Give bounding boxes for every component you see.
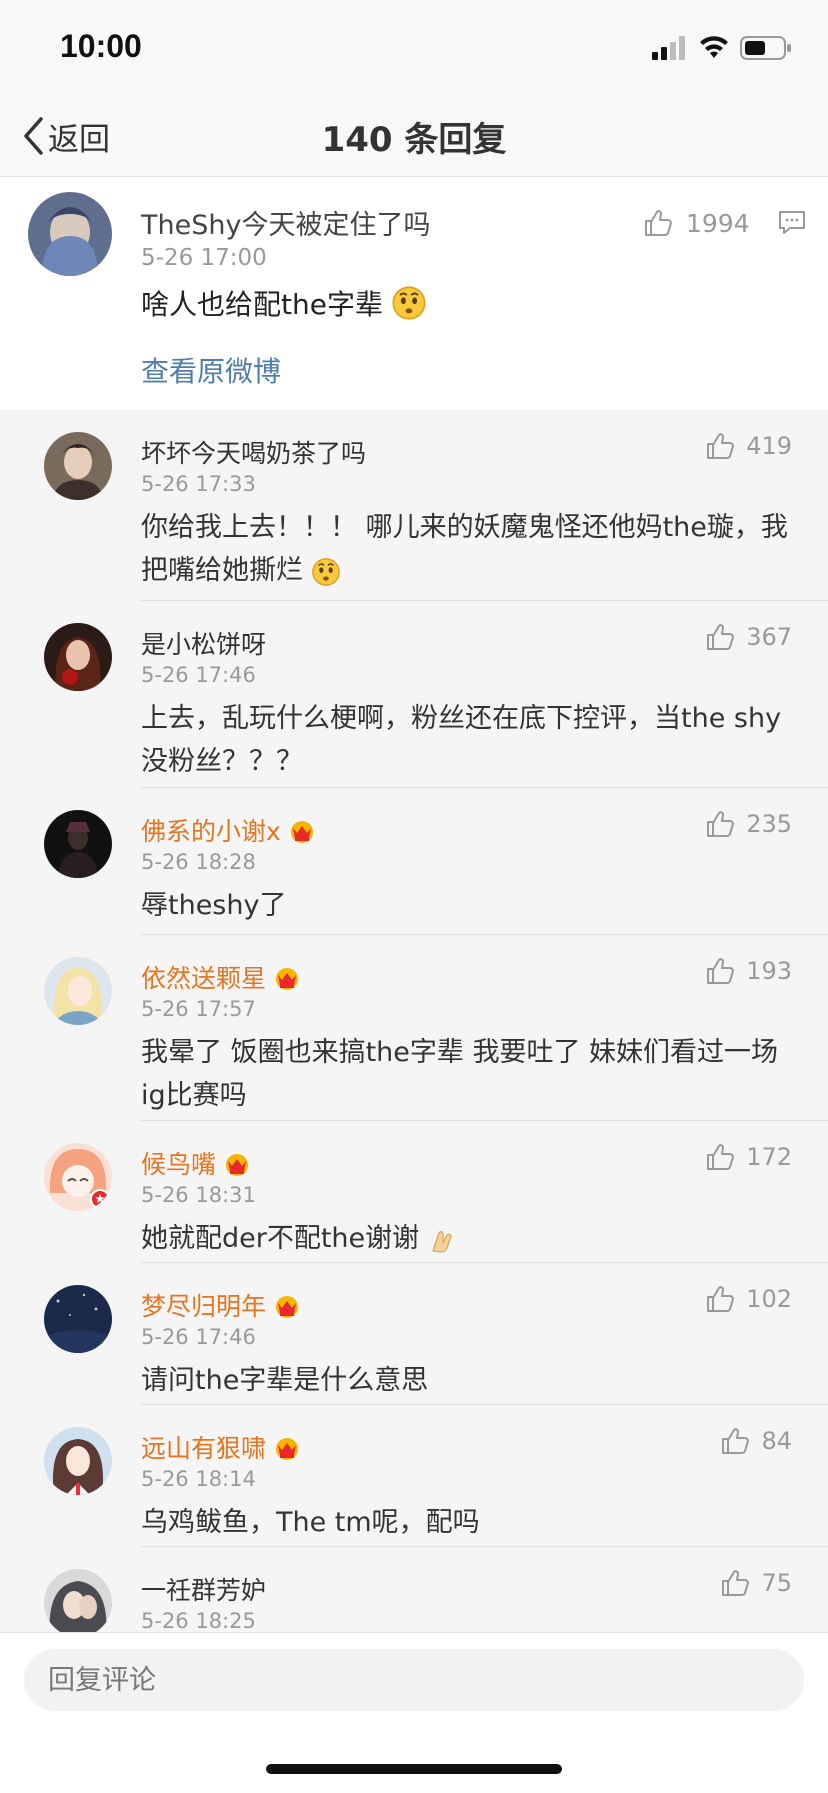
like-button[interactable]: 75 [719, 1567, 792, 1599]
like-button[interactable]: 172 [704, 1141, 792, 1173]
reply-time: 5-26 18:25 [141, 1609, 256, 1632]
like-count: 235 [746, 810, 792, 838]
reply-time: 5-26 18:31 [141, 1183, 256, 1207]
like-count: 1994 [686, 208, 750, 238]
reply-text: 辱theshy了 [141, 890, 287, 921]
reply-text: 你给我上去！！！ 哪儿来的妖魔鬼怪还他妈the璇，我把嘴给她撕烂 [141, 512, 788, 587]
confused-face-icon [311, 557, 341, 587]
reply-author[interactable]: 依然送颗星 [141, 959, 302, 995]
nav-bar: 返回 140 条回复 [0, 96, 828, 177]
avatar[interactable] [44, 810, 112, 878]
avatar[interactable] [44, 623, 112, 691]
like-count: 102 [746, 1285, 792, 1313]
avatar[interactable] [44, 1569, 112, 1632]
like-button[interactable]: 419 [704, 430, 792, 462]
reply-author[interactable]: 候鸟嘴 [141, 1145, 252, 1181]
thumbs-up-icon [642, 207, 674, 239]
cellular-signal-icon [652, 36, 685, 60]
thumbs-up-icon [704, 621, 736, 653]
home-indicator [266, 1764, 562, 1774]
reply-author[interactable]: 梦尽归明年 [141, 1287, 302, 1323]
reply-text: 上去，乱玩什么梗啊，粉丝还在底下控评，当the shy没粉丝？？？ [141, 703, 782, 777]
reply-item: 依然送颗星 5-26 17:57 我晕了 饭圈也来搞the字辈 我要吐了 妹妹们… [0, 935, 828, 1121]
reply-item: 坏坏今天喝奶茶了吗 5-26 17:33 你给我上去！！！ 哪儿来的妖魔鬼怪还他… [0, 410, 828, 601]
reply-author[interactable]: 是小松饼呀 [141, 625, 266, 661]
reply-time: 5-26 18:14 [141, 1467, 256, 1491]
reply-input[interactable] [24, 1649, 804, 1711]
vip-crown-icon [222, 1149, 252, 1177]
like-count: 172 [746, 1143, 792, 1171]
thumbs-up-icon [704, 1283, 736, 1315]
reply-author[interactable]: 佛系的小谢x [141, 812, 317, 848]
like-button[interactable]: 1994 [642, 207, 750, 239]
reply-time: 5-26 18:28 [141, 850, 256, 874]
status-time: 10:00 [60, 28, 142, 64]
comment-reply-icon[interactable] [778, 209, 806, 237]
thumbs-up-icon [704, 955, 736, 987]
vip-crown-icon [272, 1433, 302, 1461]
bottom-bar [0, 1632, 828, 1793]
reply-item: 一祍群芳妒 5-26 18:25 75 [0, 1547, 828, 1632]
reply-time: 5-26 17:46 [141, 663, 256, 687]
reply-time: 5-26 17:46 [141, 1325, 256, 1349]
reply-author[interactable]: 一祍群芳妒 [141, 1571, 266, 1607]
avatar[interactable] [44, 1427, 112, 1495]
vip-crown-icon [272, 963, 302, 991]
like-count: 84 [761, 1427, 792, 1455]
reply-time: 5-26 17:33 [141, 472, 256, 496]
like-button[interactable]: 102 [704, 1283, 792, 1315]
thumbs-up-icon [704, 430, 736, 462]
like-button[interactable]: 367 [704, 621, 792, 653]
view-original-link[interactable]: 查看原微博 [141, 350, 281, 390]
avatar[interactable] [44, 432, 112, 500]
comment-text-content: 啥人也给配the字辈 [141, 288, 383, 321]
comment-text: 啥人也给配the字辈 [141, 283, 427, 323]
comment-time: 5-26 17:00 [141, 245, 267, 271]
vip-crown-icon [272, 1291, 302, 1319]
reply-text: 乌鸡鲅鱼，The tm呢，配吗 [141, 1507, 480, 1538]
reply-item: 候鸟嘴 5-26 18:31 她就配der不配the谢谢 172 [0, 1121, 828, 1263]
like-count: 75 [761, 1569, 792, 1597]
like-count: 419 [746, 432, 792, 460]
like-button[interactable]: 235 [704, 808, 792, 840]
thumbs-up-icon [719, 1567, 751, 1599]
confused-face-icon [391, 285, 427, 321]
thumbs-up-icon [704, 808, 736, 840]
reply-item: 佛系的小谢x 5-26 18:28 辱theshy了 235 [0, 788, 828, 935]
battery-icon [740, 36, 791, 60]
comment-author[interactable]: TheShy今天被定住了吗 [141, 203, 430, 242]
reply-text: 请问the字辈是什么意思 [141, 1365, 429, 1396]
reply-text: 她就配der不配the谢谢 [141, 1217, 791, 1260]
like-count: 367 [746, 623, 792, 651]
like-button[interactable]: 84 [719, 1425, 792, 1457]
reply-item: 梦尽归明年 5-26 17:46 请问the字辈是什么意思 102 [0, 1263, 828, 1405]
page-title: 140 条回复 [321, 120, 507, 160]
avatar[interactable] [44, 1143, 112, 1211]
reply-text: 我晕了 饭圈也来搞the字辈 我要吐了 妹妹们看过一场ig比赛吗 [141, 1037, 779, 1111]
like-button[interactable]: 193 [704, 955, 792, 987]
main-comment: TheShy今天被定住了吗 5-26 17:00 啥人也给配the字辈 查看原微… [0, 177, 828, 410]
status-bar: 10:00 [0, 0, 828, 96]
reply-author[interactable]: 远山有狠啸 [141, 1429, 302, 1465]
reply-item: 是小松饼呀 5-26 17:46 上去，乱玩什么梗啊，粉丝还在底下控评，当the… [0, 601, 828, 788]
reply-time: 5-26 17:57 [141, 997, 256, 1021]
pray-hands-icon [432, 1230, 452, 1253]
avatar[interactable] [44, 957, 112, 1025]
reply-item: 远山有狠啸 5-26 18:14 乌鸡鲅鱼，The tm呢，配吗 84 [0, 1405, 828, 1547]
like-count: 193 [746, 957, 792, 985]
wifi-icon [700, 36, 728, 58]
vip-crown-icon [287, 816, 317, 844]
avatar[interactable] [44, 1285, 112, 1353]
thumbs-up-icon [719, 1425, 751, 1457]
reply-list: 坏坏今天喝奶茶了吗 5-26 17:33 你给我上去！！！ 哪儿来的妖魔鬼怪还他… [0, 410, 828, 1632]
thumbs-up-icon [704, 1141, 736, 1173]
reply-author[interactable]: 坏坏今天喝奶茶了吗 [141, 434, 366, 470]
avatar[interactable] [28, 192, 112, 276]
